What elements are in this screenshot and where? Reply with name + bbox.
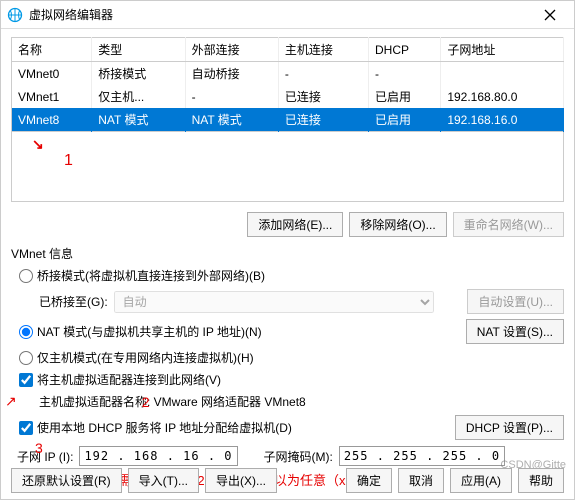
table-row[interactable]: VMnet0桥接模式自动桥接--: [12, 62, 564, 86]
apply-button[interactable]: 应用(A): [450, 468, 512, 493]
col-host[interactable]: 主机连接: [278, 38, 368, 62]
rename-network-button: 重命名网络(W)...: [453, 212, 564, 237]
subnet-ip-field[interactable]: 192 . 168 . 16 . 0: [79, 446, 237, 466]
bridged-to-select: 自动: [114, 291, 434, 313]
network-buttons: 添加网络(E)... 移除网络(O)... 重命名网络(W)...: [11, 212, 564, 237]
nat-settings-button[interactable]: NAT 设置(S)...: [466, 319, 564, 344]
table-empty-area: ↘ 1: [11, 132, 564, 202]
annotation-arrow-2: ↗: [5, 393, 17, 410]
annotation-num-1: 1: [64, 152, 73, 170]
auto-bridge-button: 自动设置(U)...: [467, 289, 564, 314]
use-dhcp-row: 使用本地 DHCP 服务将 IP 地址分配给虚拟机(D) DHCP 设置(P).…: [19, 415, 564, 440]
dialog-footer: 还原默认设置(R) 导入(T)... 导出(X)... 确定 取消 应用(A) …: [1, 468, 574, 493]
hostonly-radio-row: 仅主机模式(在专用网络内连接虚拟机)(H): [19, 349, 564, 366]
globe-icon: [7, 7, 23, 23]
titlebar: 虚拟网络编辑器: [1, 1, 574, 29]
network-table[interactable]: 名称 类型 外部连接 主机连接 DHCP 子网地址 VMnet0桥接模式自动桥接…: [11, 37, 564, 132]
restore-defaults-button[interactable]: 还原默认设置(R): [11, 468, 122, 493]
nat-radio[interactable]: [19, 325, 33, 339]
col-ext[interactable]: 外部连接: [185, 38, 278, 62]
table-row[interactable]: VMnet1仅主机...-已连接已启用192.168.80.0: [12, 85, 564, 108]
hostonly-radio[interactable]: [19, 351, 33, 365]
vmnet-info-label: VMnet 信息: [11, 245, 564, 262]
col-name[interactable]: 名称: [12, 38, 92, 62]
nat-radio-row: NAT 模式(与虚拟机共享主机的 IP 地址)(N) NAT 设置(S)...: [19, 319, 564, 344]
connect-host-label: 将主机虚拟适配器连接到此网络(V): [37, 371, 221, 388]
ok-button[interactable]: 确定: [346, 468, 392, 493]
subnet-ip-row: 3 子网 IP (I): 192 . 168 . 16 . 0 子网掩码(M):…: [17, 446, 564, 466]
col-type[interactable]: 类型: [92, 38, 185, 62]
adapter-name-row: 主机虚拟适配器名称: VMware 网络适配器 VMnet8 2: [39, 393, 564, 410]
bridged-radio-row: 桥接模式(将虚拟机直接连接到外部网络)(B): [19, 267, 564, 284]
dhcp-settings-button[interactable]: DHCP 设置(P)...: [455, 415, 564, 440]
bridged-radio[interactable]: [19, 269, 33, 283]
col-subnet[interactable]: 子网地址: [441, 38, 564, 62]
export-button[interactable]: 导出(X)...: [205, 468, 277, 493]
annotation-num-2: 2: [142, 394, 150, 410]
connect-host-checkbox[interactable]: [19, 373, 33, 387]
table-row-selected[interactable]: VMnet8NAT 模式NAT 模式已连接已启用192.168.16.0: [12, 108, 564, 132]
help-button[interactable]: 帮助: [518, 468, 564, 493]
col-dhcp[interactable]: DHCP: [368, 38, 440, 62]
bridged-to-label: 已桥接至(G):: [39, 293, 108, 310]
cancel-button[interactable]: 取消: [398, 468, 444, 493]
import-button[interactable]: 导入(T)...: [128, 468, 199, 493]
subnet-mask-field[interactable]: 255 . 255 . 255 . 0: [339, 446, 505, 466]
subnet-ip-label: 子网 IP (I):: [17, 448, 73, 465]
remove-network-button[interactable]: 移除网络(O)...: [349, 212, 446, 237]
subnet-mask-label: 子网掩码(M):: [264, 448, 333, 465]
bridged-label: 桥接模式(将虚拟机直接连接到外部网络)(B): [37, 267, 265, 284]
close-button[interactable]: [532, 3, 568, 27]
bridged-to-row: 已桥接至(G): 自动 自动设置(U)...: [39, 289, 564, 314]
nat-label: NAT 模式(与虚拟机共享主机的 IP 地址)(N): [37, 323, 262, 340]
window-title: 虚拟网络编辑器: [29, 6, 532, 23]
connect-host-row: 将主机虚拟适配器连接到此网络(V): [19, 371, 564, 388]
use-dhcp-label: 使用本地 DHCP 服务将 IP 地址分配给虚拟机(D): [37, 419, 292, 436]
annotation-arrow-1: ↘: [32, 136, 44, 153]
adapter-name-text: 主机虚拟适配器名称: VMware 网络适配器 VMnet8: [39, 393, 306, 410]
hostonly-label: 仅主机模式(在专用网络内连接虚拟机)(H): [37, 349, 254, 366]
add-network-button[interactable]: 添加网络(E)...: [247, 212, 343, 237]
use-dhcp-checkbox[interactable]: [19, 421, 33, 435]
annotation-num-3: 3: [35, 440, 43, 456]
dialog-content: 名称 类型 外部连接 主机连接 DHCP 子网地址 VMnet0桥接模式自动桥接…: [1, 29, 574, 495]
